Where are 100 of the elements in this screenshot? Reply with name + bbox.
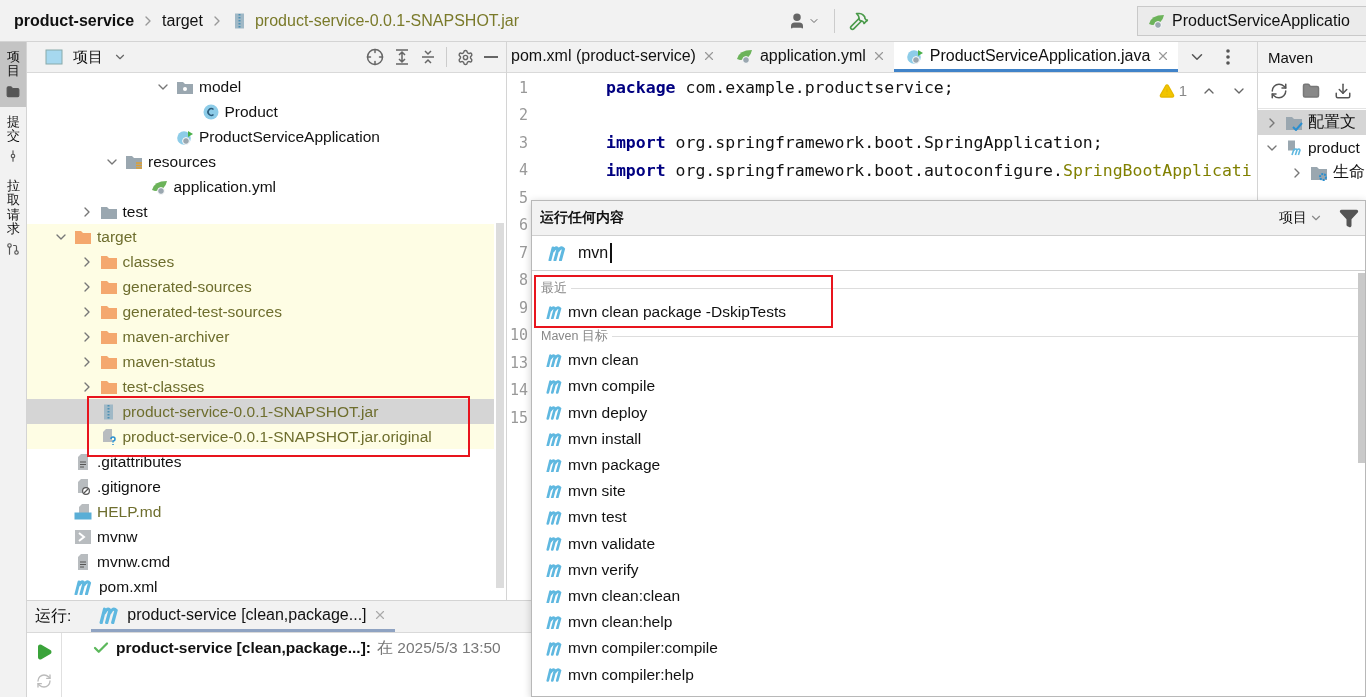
- tree-item[interactable]: application.yml: [27, 174, 494, 199]
- popup-title: 运行任何内容: [540, 209, 624, 227]
- command-item[interactable]: mvn compile: [532, 373, 1358, 400]
- editor-tab[interactable]: pom.xml (product-service): [507, 42, 724, 72]
- scrollbar-thumb[interactable]: [496, 223, 504, 588]
- download-icon: [1334, 81, 1352, 100]
- code-line: package com.example.productservice;: [606, 78, 954, 98]
- command-item[interactable]: mvn clean package -DskipTests: [532, 299, 1358, 326]
- breadcrumb-item[interactable]: product-service: [14, 11, 135, 30]
- panel-title: Maven: [1268, 48, 1314, 66]
- tree-item[interactable]: generated-sources: [27, 274, 494, 299]
- pull-request-icon: [6, 242, 20, 257]
- command-item[interactable]: mvn compiler:compile: [532, 635, 1358, 662]
- line-number: 1: [517, 78, 528, 97]
- section-header: 最近: [541, 279, 567, 297]
- leaf-icon: [150, 178, 169, 195]
- m-icon: [546, 667, 564, 682]
- tree-item[interactable]: ProductServiceApplication: [27, 124, 494, 149]
- tree-item[interactable]: 配置文: [1258, 110, 1366, 135]
- command-item[interactable]: mvn clean:clean: [532, 582, 1358, 610]
- tree-item[interactable]: mvnw.cmd: [27, 549, 494, 574]
- command-item[interactable]: mvn test: [532, 504, 1358, 531]
- tree-item[interactable]: .gitattributes: [27, 449, 494, 474]
- search-field[interactable]: mvn: [532, 236, 1365, 271]
- scrollbar-thumb[interactable]: [1358, 273, 1365, 463]
- run-tab[interactable]: product-service [clean,package...]: [91, 601, 395, 632]
- tree-item[interactable]: pom.xml: [27, 574, 494, 599]
- command-item[interactable]: mvn site: [532, 478, 1358, 505]
- command-item[interactable]: mvn clean:help: [532, 609, 1358, 636]
- m-icon: [546, 562, 564, 577]
- tree-item[interactable]: maven-archiver: [27, 324, 494, 349]
- warning-count[interactable]: 1: [1158, 82, 1187, 99]
- section-header: Maven 目标: [541, 327, 608, 345]
- code-line: import org.springframework.boot.SpringApplication;: [606, 133, 1103, 153]
- collapse-all-icon[interactable]: [420, 49, 436, 65]
- resources-folder-icon: [125, 153, 143, 170]
- tree-item[interactable]: HELP.md: [27, 499, 494, 524]
- warning-icon: [1158, 82, 1175, 99]
- scope-dropdown[interactable]: 项目: [1279, 209, 1323, 227]
- command-item[interactable]: mvn install: [532, 425, 1358, 452]
- m-icon: [546, 353, 564, 368]
- tree-item[interactable]: .gitignore: [27, 474, 494, 499]
- expand-all-icon[interactable]: [394, 49, 410, 65]
- breadcrumb-item[interactable]: target: [162, 11, 203, 30]
- leaf-icon: [735, 47, 754, 64]
- panel-title[interactable]: 项目: [73, 47, 103, 67]
- run-configuration-dropdown[interactable]: ProductServiceApplicatio: [1137, 5, 1366, 36]
- rerun-icon: [36, 673, 52, 689]
- m-icon: [546, 536, 564, 551]
- command-item[interactable]: mvn deploy: [532, 399, 1358, 426]
- line-number: 6: [517, 216, 528, 235]
- side-tab[interactable]: 项目: [0, 42, 26, 107]
- m-icon: [546, 484, 564, 499]
- line-number: 9: [517, 298, 528, 317]
- side-tab[interactable]: 提交: [0, 106, 26, 172]
- m-icon: [546, 641, 564, 656]
- tree-item[interactable]: model: [27, 74, 494, 99]
- command-item[interactable]: mvn package: [532, 451, 1358, 479]
- command-item[interactable]: mvn validate: [532, 530, 1358, 557]
- command-item[interactable]: mvn compiler:help: [532, 661, 1358, 688]
- build-result[interactable]: product-service [clean,package...]: 在 2025/5/3 13:50: [62, 635, 501, 661]
- tree-item[interactable]: generated-test-sources: [27, 299, 494, 324]
- line-number: 5: [517, 188, 528, 207]
- tree-item[interactable]: Product: [27, 99, 494, 124]
- tree-item[interactable]: 生命: [1258, 160, 1366, 185]
- folder-gear-icon: [1310, 164, 1328, 181]
- module-icon: [1285, 139, 1303, 156]
- tree-item[interactable]: maven-status: [27, 349, 494, 374]
- filter-icon: [1339, 208, 1359, 228]
- m-icon: [546, 431, 564, 447]
- run-label: 运行:: [35, 606, 72, 626]
- tree-item[interactable]: target: [27, 224, 494, 249]
- tree-item[interactable]: resources: [27, 149, 494, 174]
- folder-icon: [99, 378, 118, 395]
- tree-item[interactable]: mvnw: [27, 524, 494, 549]
- more-icon[interactable]: [1226, 49, 1231, 65]
- hammer-icon[interactable]: [848, 10, 869, 31]
- code-line: import org.springframework.boot.autoconfigure.SpringBootApplicati: [606, 160, 1252, 180]
- editor-tab[interactable]: ProductServiceApplication.java: [893, 42, 1179, 72]
- m-icon: [546, 588, 564, 604]
- tree-item[interactable]: product: [1258, 135, 1366, 160]
- tree-item[interactable]: classes: [27, 249, 494, 274]
- tree-item[interactable]: product-service-0.0.1-SNAPSHOT.jar: [27, 399, 494, 424]
- folder-icon: [1302, 81, 1320, 100]
- m-icon: [546, 379, 564, 394]
- m-icon: [74, 578, 94, 595]
- tree-item[interactable]: test: [27, 199, 494, 224]
- tree-item[interactable]: product-service-0.0.1-SNAPSHOT.jar.original: [27, 424, 494, 449]
- folder-icon: [74, 228, 92, 245]
- command-item[interactable]: mvn verify: [532, 556, 1358, 583]
- tree-item[interactable]: test-classes: [27, 374, 494, 399]
- breadcrumb-item[interactable]: product-service-0.0.1-SNAPSHOT.jar: [254, 11, 520, 30]
- class-icon: [176, 128, 194, 145]
- folder-icon: [99, 253, 118, 270]
- editor-tab[interactable]: application.yml: [723, 42, 894, 72]
- side-tab[interactable]: 拉取请求: [0, 171, 26, 265]
- folder-check-icon: [1285, 114, 1303, 131]
- m-icon: [546, 614, 564, 630]
- terminal-file-icon: [74, 528, 92, 545]
- command-item[interactable]: mvn clean: [532, 347, 1358, 374]
